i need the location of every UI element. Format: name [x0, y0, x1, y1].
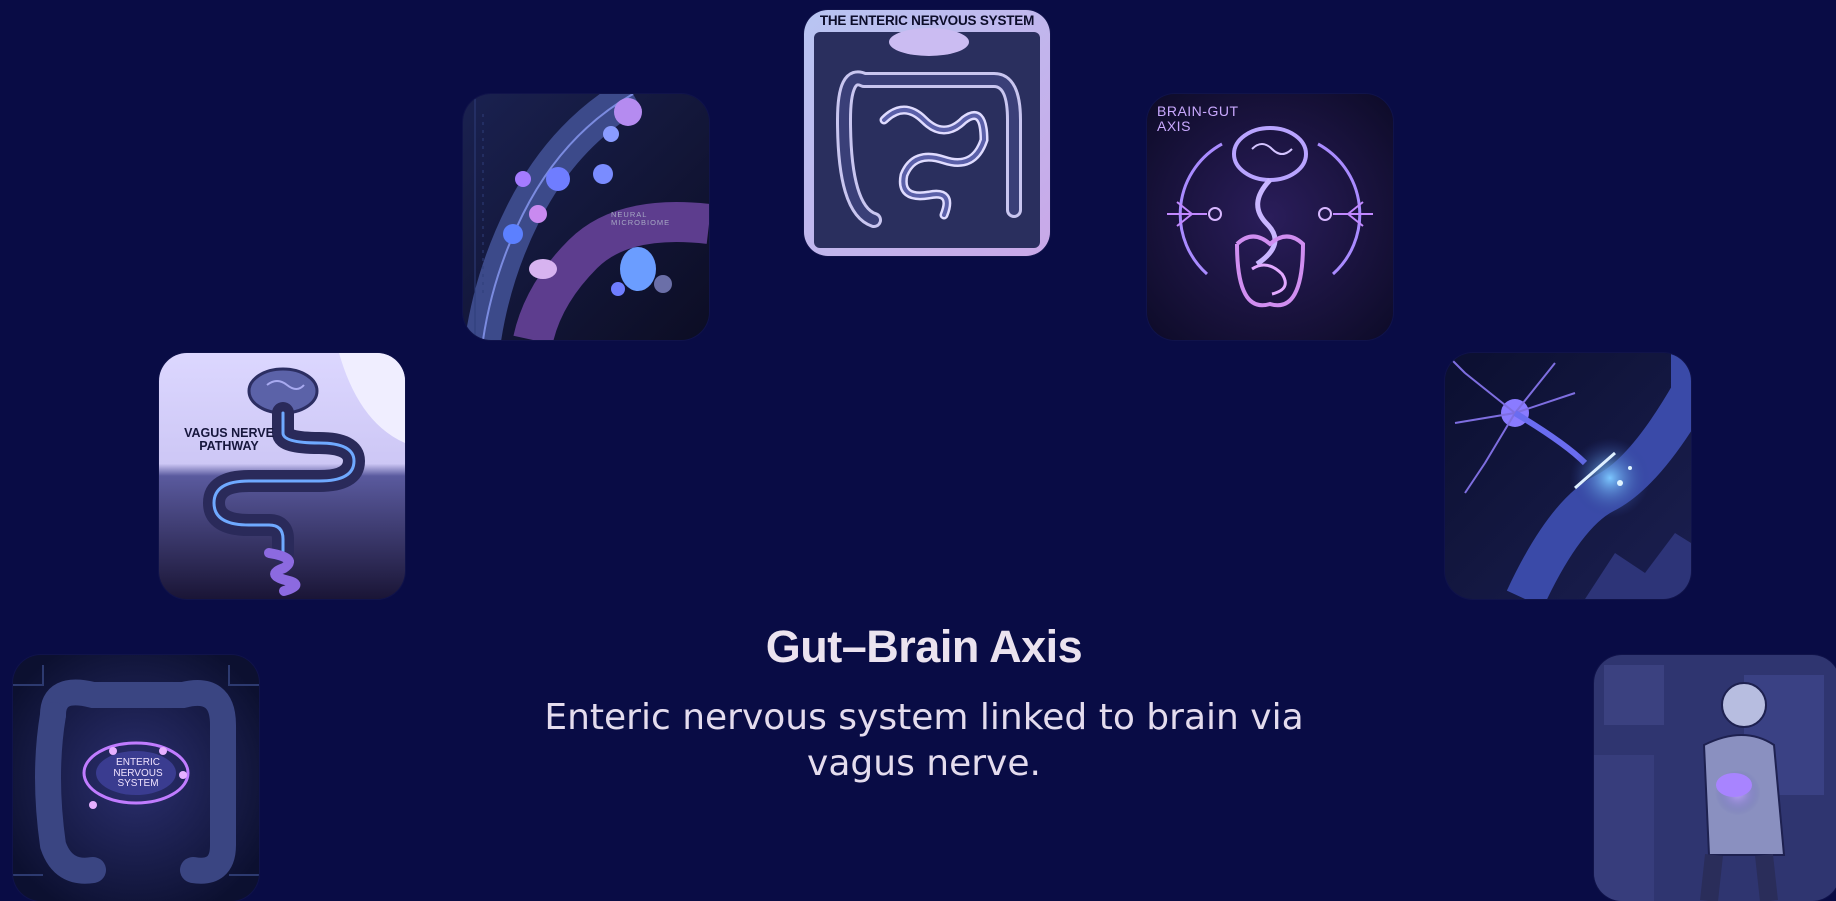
- neural-microbiome-card[interactable]: NEURAL MICROBIOME: [463, 94, 709, 340]
- card-microbiome-label: NEURAL MICROBIOME: [611, 210, 671, 227]
- card-vagus-label: VAGUS NERVE PATHWAY: [184, 426, 274, 454]
- brain-gut-axis-card[interactable]: BRAIN-GUT AXIS: [1147, 94, 1393, 340]
- person-with-stomach-ache-illustration-icon: [1594, 655, 1836, 901]
- vagus-nerve-illustration-icon: [159, 353, 405, 599]
- neuron-synapse-card[interactable]: [1445, 353, 1691, 599]
- person-gut-card[interactable]: [1594, 655, 1836, 901]
- neuron-synapse-illustration-icon: [1445, 353, 1691, 599]
- vagus-nerve-pathway-card[interactable]: VAGUS NERVE PATHWAY: [159, 353, 405, 599]
- card-enteric-label: THE ENTERIC NERVOUS SYSTEM: [819, 13, 1035, 28]
- card-braingut-label: BRAIN-GUT AXIS: [1157, 103, 1239, 134]
- page-title: Gut–Brain Axis: [765, 621, 1083, 672]
- enteric-circuit-card[interactable]: ENTERIC NERVOUS SYSTEM: [13, 655, 259, 901]
- card-ens2-label: ENTERIC NERVOUS SYSTEM: [113, 757, 163, 789]
- enteric-nervous-system-card[interactable]: THE ENTERIC NERVOUS SYSTEM: [804, 10, 1050, 256]
- page-subtitle: Enteric nervous system linked to brain v…: [544, 697, 1304, 784]
- intestine-illustration-icon: [804, 10, 1050, 256]
